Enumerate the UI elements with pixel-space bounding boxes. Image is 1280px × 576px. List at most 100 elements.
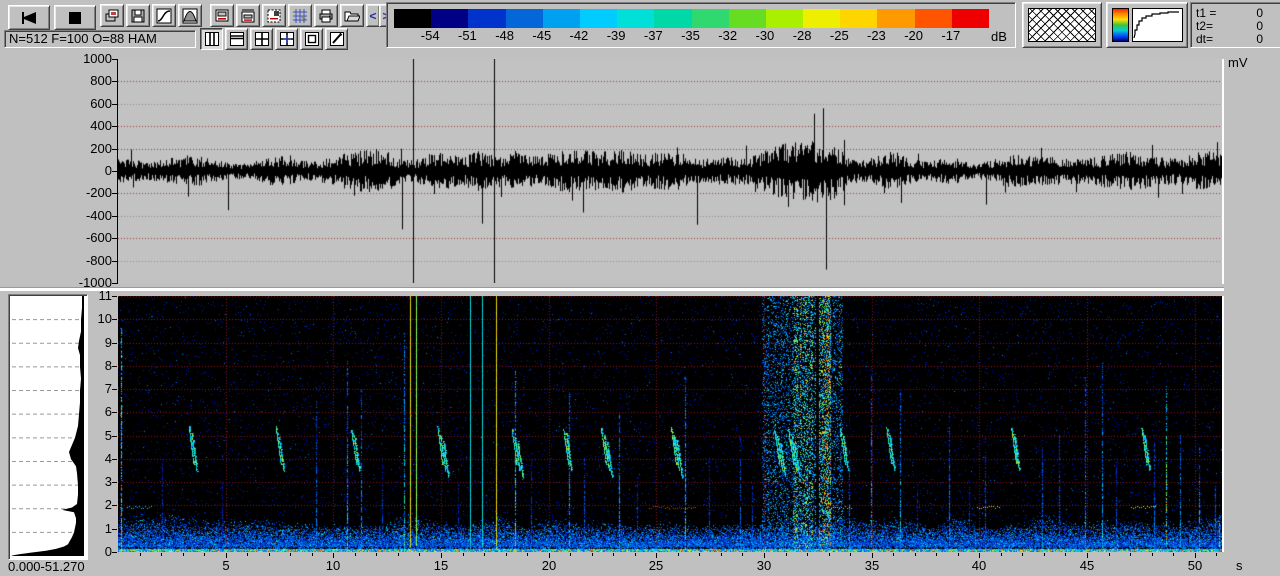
spectrogram-x-tick [376,553,377,556]
spectrogram-x-label: 45 [1072,559,1102,573]
color-scale-label: -25 [821,29,857,43]
waveform-y-tick [112,81,117,82]
spectrogram-x-tick [1022,553,1023,556]
waveform-canvas[interactable] [118,59,1222,283]
spectrogram-x-tick [1152,553,1153,556]
color-scale-label: -48 [487,29,523,43]
spectrogram-y-label: 0 [84,545,112,559]
spectrogram-y-label: 9 [84,336,112,350]
dt-value: 0 [1231,32,1263,46]
t2-value: 0 [1231,19,1263,33]
spectrogram-y-label: 7 [84,382,112,396]
crosshatch-pattern-icon [1028,8,1096,42]
print-button[interactable] [314,4,338,27]
palette-transfer-button[interactable] [1106,2,1188,48]
waveform-y-label: -200 [60,186,112,200]
color-scale-segment [877,9,914,28]
panel-separator[interactable] [0,287,1224,291]
color-scale-segment [915,9,952,28]
spectrogram-y-tick [112,482,117,483]
spectrogram-x-tick [161,553,162,556]
waveform-y-tick [112,104,117,105]
spectrogram-x-tick [527,553,528,556]
color-scale-segment [431,9,468,28]
transfer-curve-button[interactable] [152,4,176,27]
spectrogram-y-label: 10 [84,312,112,326]
play-button[interactable] [8,5,50,30]
palette-gradient-icon [1112,8,1129,42]
play-icon [20,11,38,25]
copy-display-button[interactable] [100,4,124,27]
spectrogram-x-tick [290,553,291,556]
window-function-button[interactable] [178,4,202,27]
transfer-curve-box [1132,8,1183,42]
color-scale-label: -35 [673,29,709,43]
color-scale-segment [766,9,803,28]
prev-button[interactable]: < [366,4,380,27]
measure-frame-button[interactable] [236,4,260,27]
color-scale-segment [803,9,840,28]
spectrogram-x-tick [592,553,593,556]
spectrogram-y-label: 2 [84,498,112,512]
spectrogram-y-label: 5 [84,429,112,443]
view-quad-button[interactable] [250,28,273,50]
color-scale-label: -51 [449,29,485,43]
pattern-select-button[interactable] [1022,2,1102,48]
view-vertical-split-button[interactable] [200,28,223,50]
spectrogram-y-label: 8 [84,359,112,373]
color-scale-label: -17 [933,29,969,43]
save-button[interactable] [126,4,150,27]
edit-notes-button[interactable] [325,28,348,50]
view-quad-cursor-icon [279,31,295,47]
color-scale-segment [840,9,877,28]
spectrogram-y-label: 11 [84,289,112,303]
color-scale-label: -37 [635,29,671,43]
color-scale-label: -45 [524,29,560,43]
waveform-y-label: -400 [60,209,112,223]
spectrogram-x-tick [613,553,614,556]
spectrogram-y-tick [112,436,117,437]
t1-label: t1 = [1196,6,1216,20]
svg-text:s: s [301,13,306,24]
spectrogram-y-label: 1 [84,522,112,536]
copy-display-icon [104,8,120,24]
average-spectrum-panel[interactable] [8,294,88,560]
display-frame-icon [214,8,230,24]
waveform-y-label: -800 [60,254,112,268]
view-frame-button[interactable] [300,28,323,50]
spectrogram-x-label: 25 [641,559,671,573]
color-scale-segment [654,9,691,28]
spectrogram-y-tick [112,412,117,413]
spectrogram-canvas[interactable] [118,296,1222,552]
spectrogram-x-tick [807,553,808,556]
color-scale-bar[interactable] [394,9,989,28]
shade-frame-icon [266,8,282,24]
spectrogram-y-tick [112,529,117,530]
color-scale-label: -20 [896,29,932,43]
spectrogram-x-tick [786,553,787,556]
spectrogram-x-tick [850,553,851,556]
stop-button[interactable] [54,5,96,30]
display-frame-button[interactable] [210,4,234,27]
waveform-y-tick [112,238,117,239]
shade-frame-button[interactable] [262,4,286,27]
view-horizontal-split-button[interactable] [225,28,248,50]
view-quad-icon [254,31,270,47]
open-file-button[interactable] [340,4,364,27]
color-scale-segment [580,9,617,28]
spectrogram-x-tick [936,553,937,556]
waveform-y-tick [112,149,117,150]
spectrogram-x-tick [355,553,356,556]
spectrogram-y-tick [112,343,117,344]
transfer-curve-icon [156,8,172,24]
view-quad-cursor-button[interactable] [275,28,298,50]
spectrogram-y-tick [112,505,117,506]
spectrogram-x-label: 10 [318,559,348,573]
spectrogram-x-tick [419,553,420,556]
spectrogram-x-tick [312,553,313,556]
waveform-y-label: 800 [60,74,112,88]
spectrogram-app-window: N=512 F=100 O=88 HAM s < > [0,0,1280,576]
spectrogram-x-unit: s [1236,559,1243,573]
spectrogram-x-tick [269,553,270,556]
grid-settings-button[interactable]: s [288,4,312,27]
